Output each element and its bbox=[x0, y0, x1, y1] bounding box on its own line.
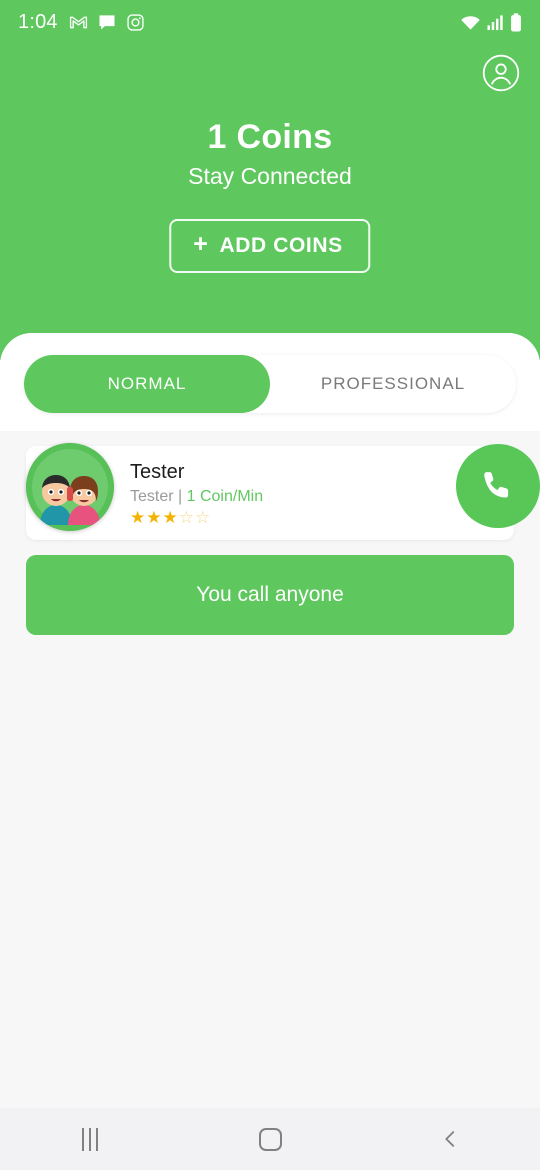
contact-owner: Tester | bbox=[130, 488, 187, 505]
coin-balance: 1 Coins bbox=[207, 118, 333, 156]
phone-icon bbox=[484, 472, 509, 498]
back-icon bbox=[445, 1131, 455, 1147]
signal-icon bbox=[487, 14, 503, 30]
instagram-icon bbox=[127, 13, 144, 31]
contact-row[interactable]: Tester Tester | 1 Coin/Min ★★★☆☆ bbox=[26, 443, 540, 540]
android-nav-bar bbox=[0, 1108, 540, 1170]
hero-header: 1:04 1 Coins Stay Connected + ADD COINS bbox=[0, 0, 540, 360]
nav-back-button[interactable] bbox=[360, 1108, 540, 1170]
wifi-icon bbox=[461, 15, 480, 30]
avatar bbox=[26, 443, 114, 531]
couple-on-phone-avatar-icon bbox=[26, 443, 114, 531]
tab-bar: NORMAL PROFESSIONAL bbox=[24, 355, 516, 413]
contact-rate: 1 Coin/Min bbox=[186, 488, 264, 505]
stars-filled: ★★★ bbox=[130, 508, 179, 527]
contact-name: Tester bbox=[130, 461, 185, 483]
nav-home-button[interactable] bbox=[180, 1108, 360, 1170]
battery-icon bbox=[511, 12, 521, 32]
add-coins-label: ADD COINS bbox=[219, 233, 343, 257]
message-icon bbox=[99, 15, 115, 30]
nav-recents-button[interactable] bbox=[0, 1108, 180, 1170]
content-sheet: NORMAL PROFESSIONAL Tester Tester | 1 Co… bbox=[0, 333, 540, 1110]
gmail-icon bbox=[69, 16, 87, 28]
tab-normal-label: NORMAL bbox=[107, 374, 187, 393]
tab-professional[interactable]: PROFESSIONAL bbox=[270, 355, 516, 413]
contact-text: Tester Tester | 1 Coin/Min ★★★☆☆ bbox=[130, 460, 263, 528]
profile-button[interactable] bbox=[482, 54, 520, 92]
contact-subtitle: Tester | 1 Coin/Min bbox=[130, 488, 263, 506]
plus-icon: + bbox=[193, 230, 209, 258]
add-coins-button[interactable]: + ADD COINS bbox=[169, 219, 371, 273]
rating-stars: ★★★☆☆ bbox=[130, 508, 263, 528]
call-button[interactable] bbox=[456, 444, 540, 528]
recents-icon bbox=[82, 1127, 98, 1151]
tab-professional-label: PROFESSIONAL bbox=[320, 374, 466, 393]
home-icon bbox=[258, 1127, 282, 1151]
tagline: Stay Connected bbox=[188, 163, 352, 189]
tab-normal[interactable]: NORMAL bbox=[24, 355, 270, 413]
stars-empty: ☆☆ bbox=[178, 508, 212, 527]
status-bar: 1:04 bbox=[0, 0, 540, 44]
status-bar-right bbox=[460, 12, 522, 32]
account-circle-icon bbox=[482, 54, 520, 92]
call-anyone-button[interactable]: You call anyone bbox=[26, 555, 514, 635]
status-time: 1:04 bbox=[18, 10, 58, 33]
status-bar-left: 1:04 bbox=[18, 11, 145, 34]
